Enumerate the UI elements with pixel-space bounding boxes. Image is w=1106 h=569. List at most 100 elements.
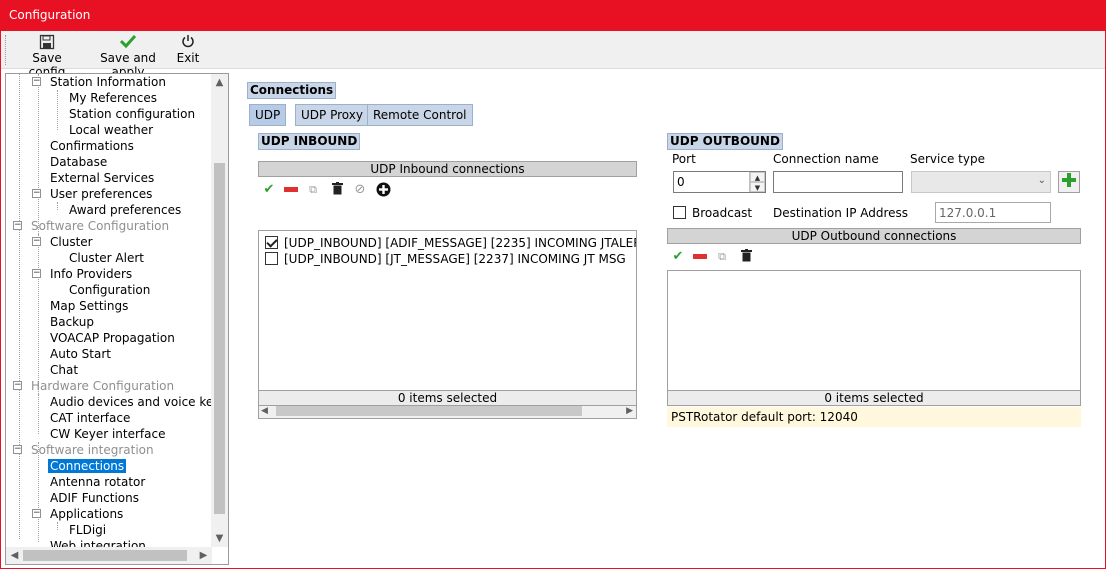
trash-icon[interactable] — [738, 249, 754, 265]
add-outbound-button[interactable] — [1058, 171, 1080, 193]
save-config-button[interactable]: Save config — [15, 34, 79, 79]
tree-item-label: External Services — [50, 171, 155, 185]
enable-icon[interactable]: ✔ — [261, 182, 277, 198]
tree-item-cluster-alert[interactable]: Cluster Alert — [69, 250, 144, 266]
port-stepper[interactable]: ▲ ▼ — [749, 172, 765, 192]
stepper-down-icon[interactable]: ▼ — [750, 182, 765, 192]
tree-item-configuration[interactable]: Configuration — [69, 282, 150, 298]
tree-item-cw-keyer-interface[interactable]: CW Keyer interface — [50, 426, 165, 442]
scroll-thumb[interactable] — [23, 550, 187, 561]
inbound-horizontal-scrollbar[interactable]: ◀ ▶ — [259, 404, 636, 418]
tree-item-label: Web integration — [50, 539, 146, 547]
collapse-icon[interactable]: − — [13, 221, 22, 230]
destination-ip-label: Destination IP Address — [773, 206, 909, 220]
broadcast-checkbox-row[interactable]: Broadcast — [673, 206, 752, 220]
outbound-status: 0 items selected — [667, 390, 1081, 406]
connection-name-field[interactable] — [773, 171, 903, 193]
scroll-right-icon[interactable]: ▶ — [195, 547, 212, 564]
tree-item-award-preferences[interactable]: Award preferences — [69, 202, 181, 218]
collapse-icon[interactable]: − — [32, 189, 41, 198]
tree-item-connections[interactable]: Connections — [48, 458, 127, 474]
tree-item-info-providers[interactable]: − Info Providers — [32, 266, 132, 282]
tree-item-software-integration[interactable]: − Software integration — [13, 442, 154, 458]
list-item-text: [UDP_INBOUND] [JT_MESSAGE] [2237] INCOMI… — [284, 252, 626, 266]
settings-tree[interactable]: − Station Information My References Stat… — [5, 73, 229, 565]
trash-icon[interactable] — [329, 182, 345, 198]
tree-item-auto-start[interactable]: Auto Start — [50, 346, 111, 362]
scroll-up-icon[interactable]: ▲ — [211, 74, 228, 91]
tree-item-applications[interactable]: − Applications — [32, 506, 123, 522]
tree-item-antenna-rotator[interactable]: Antenna rotator — [50, 474, 145, 490]
scroll-right-icon[interactable]: ▶ — [626, 404, 633, 418]
compass-icon[interactable]: ⊘ — [352, 182, 368, 198]
collapse-icon[interactable]: − — [32, 77, 41, 86]
scroll-left-icon[interactable]: ◀ — [6, 547, 23, 564]
tree-item-cluster[interactable]: − Cluster — [32, 234, 93, 250]
inbound-row-checkbox[interactable] — [265, 252, 278, 265]
service-type-select[interactable]: ⌄ — [911, 171, 1051, 193]
tree-item-voacap-propagation[interactable]: VOACAP Propagation — [50, 330, 175, 346]
scroll-thumb[interactable] — [276, 406, 582, 416]
tree-item-backup[interactable]: Backup — [50, 314, 94, 330]
broadcast-checkbox[interactable] — [673, 206, 686, 219]
tab-remote-control[interactable]: Remote Control — [367, 104, 473, 126]
scroll-down-icon[interactable]: ▼ — [211, 530, 228, 547]
duplicate-icon[interactable]: ⧉ — [714, 249, 730, 265]
tree-item-label: My References — [69, 91, 157, 105]
enable-icon[interactable]: ✔ — [670, 249, 686, 265]
tree-item-map-settings[interactable]: Map Settings — [50, 298, 128, 314]
stepper-up-icon[interactable]: ▲ — [750, 172, 765, 182]
tree-item-label: Software Configuration — [31, 219, 170, 233]
destination-ip-value: 127.0.0.1 — [939, 206, 997, 220]
collapse-icon[interactable]: − — [13, 381, 22, 390]
outbound-connections-list[interactable] — [667, 270, 1081, 391]
duplicate-icon[interactable]: ⧉ — [305, 182, 321, 198]
tree-item-software-configuration[interactable]: − Software Configuration — [13, 218, 169, 234]
tree-item-user-preferences[interactable]: − User preferences — [32, 186, 152, 202]
toolbar-grip[interactable] — [5, 35, 7, 65]
tree-item-fldigi[interactable]: FLDigi — [69, 522, 106, 538]
disable-icon[interactable] — [692, 249, 708, 265]
tree-item-web-integration[interactable]: Web integration — [50, 538, 146, 547]
tree-item-confirmations[interactable]: Confirmations — [50, 138, 134, 154]
scroll-left-icon[interactable]: ◀ — [261, 404, 268, 418]
tree-item-station-configuration[interactable]: Station configuration — [69, 106, 195, 122]
tree-item-external-services[interactable]: External Services — [50, 170, 154, 186]
tree-item-audio-devices[interactable]: Audio devices and voice keyer — [50, 394, 212, 410]
disable-icon[interactable] — [283, 182, 299, 198]
tree-item-cat-interface[interactable]: CAT interface — [50, 410, 130, 426]
tree-item-local-weather[interactable]: Local weather — [69, 122, 153, 138]
tree-item-adif-functions[interactable]: ADIF Functions — [50, 490, 139, 506]
tree-item-hardware-configuration[interactable]: − Hardware Configuration — [13, 378, 174, 394]
exit-button[interactable]: Exit — [176, 34, 200, 66]
tree-item-chat[interactable]: Chat — [50, 362, 78, 378]
add-circle-icon[interactable] — [375, 182, 391, 198]
exit-label: Exit — [176, 51, 200, 65]
list-item[interactable]: [UDP_INBOUND] [ADIF_MESSAGE] [2235] INCO… — [265, 235, 636, 251]
collapse-icon[interactable]: − — [13, 445, 22, 454]
page-title: Connections — [247, 82, 337, 99]
tree-vertical-scrollbar[interactable]: ▲ ▼ — [211, 74, 228, 547]
tree-item-label: Antenna rotator — [50, 475, 146, 489]
tree-horizontal-scrollbar[interactable]: ◀ ▶ — [6, 547, 212, 564]
tree-item-my-references[interactable]: My References — [69, 90, 157, 106]
tree-item-label: Audio devices and voice keyer — [50, 395, 212, 409]
tree-item-label: Backup — [50, 315, 94, 329]
tab-udp-proxy[interactable]: UDP Proxy — [295, 104, 369, 126]
tree-item-label: Info Providers — [50, 267, 133, 281]
tree-item-label: ADIF Functions — [50, 491, 139, 505]
save-and-apply-button[interactable]: Save and apply — [87, 34, 169, 79]
tree-item-station-information[interactable]: − Station Information — [32, 74, 166, 90]
tree-item-database[interactable]: Database — [50, 154, 107, 170]
list-item[interactable]: [UDP_INBOUND] [JT_MESSAGE] [2237] INCOMI… — [265, 251, 626, 267]
port-input[interactable]: 0 ▲ ▼ — [673, 171, 766, 193]
collapse-icon[interactable]: − — [32, 237, 41, 246]
window-title: Configuration — [9, 8, 91, 22]
collapse-icon[interactable]: − — [32, 509, 41, 518]
tab-udp[interactable]: UDP — [249, 104, 287, 126]
scroll-thumb[interactable] — [214, 163, 225, 514]
tree-item-label: Auto Start — [50, 347, 111, 361]
inbound-row-checkbox[interactable] — [265, 236, 278, 249]
destination-ip-field[interactable]: 127.0.0.1 — [935, 202, 1051, 223]
collapse-icon[interactable]: − — [32, 269, 41, 278]
